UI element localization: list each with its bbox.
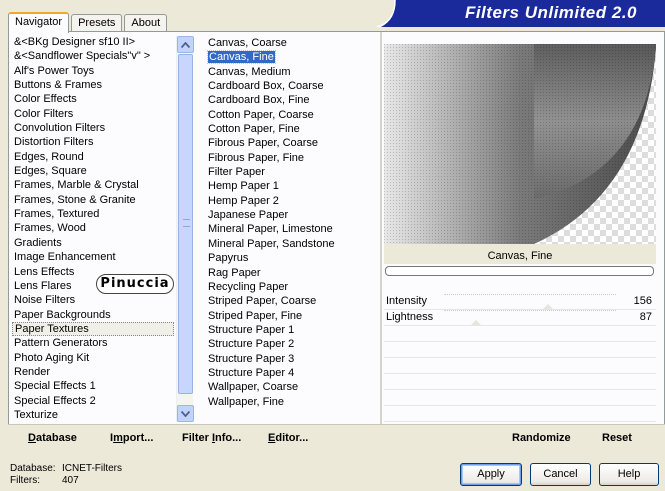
category-item[interactable]: Gradients — [12, 236, 174, 250]
progress-bar — [385, 266, 654, 276]
filter-item[interactable]: Hemp Paper 1 — [206, 179, 378, 193]
category-item-selected[interactable]: Paper Textures — [12, 321, 174, 337]
filter-item[interactable]: Canvas, Coarse — [206, 36, 378, 50]
cancel-button[interactable]: Cancel — [530, 463, 591, 486]
filter-item[interactable]: Hemp Paper 2 — [206, 194, 378, 208]
editor-button[interactable]: Editor... — [268, 432, 308, 444]
category-item[interactable]: &<Sandflower Specials"v" > — [12, 49, 174, 63]
filter-item[interactable]: Structure Paper 2 — [206, 337, 378, 351]
scroll-down-button[interactable] — [177, 405, 194, 422]
filter-item[interactable]: Fibrous Paper, Fine — [206, 151, 378, 165]
preview-filter-name: Canvas, Fine — [384, 244, 656, 264]
filter-item[interactable]: Mineral Paper, Sandstone — [206, 237, 378, 251]
param-empty — [384, 374, 656, 390]
category-scrollbar[interactable] — [176, 36, 194, 422]
param-empty — [384, 406, 656, 422]
filter-list[interactable]: Canvas, Coarse Canvas, Fine Canvas, Medi… — [206, 36, 378, 411]
filter-item[interactable]: Rag Paper — [206, 266, 378, 280]
app-title: Filters Unlimited 2.0 — [464, 3, 637, 22]
slider-track — [444, 294, 616, 296]
category-item[interactable]: Render — [12, 365, 174, 379]
category-item[interactable]: Paper Backgrounds — [12, 308, 174, 322]
param-label: Lightness — [386, 311, 434, 323]
category-item[interactable]: Edges, Round — [12, 150, 174, 164]
filter-item[interactable]: Wallpaper, Fine — [206, 395, 378, 409]
chevron-down-icon — [181, 410, 190, 417]
scroll-up-button[interactable] — [177, 36, 194, 53]
param-empty — [384, 358, 656, 374]
category-item[interactable]: Special Effects 2 — [12, 394, 174, 408]
grip-icon — [183, 219, 190, 227]
category-item[interactable]: Frames, Stone & Granite — [12, 193, 174, 207]
tab-about[interactable]: About — [124, 14, 168, 32]
category-item[interactable]: Frames, Marble & Crystal — [12, 178, 174, 192]
randomize-button[interactable]: Randomize — [512, 432, 571, 444]
panel-divider — [380, 32, 382, 451]
category-item[interactable]: Special Effects 1 — [12, 379, 174, 393]
filter-item[interactable]: Filter Paper — [206, 165, 378, 179]
category-item[interactable]: Distortion Filters — [12, 135, 174, 149]
filter-item[interactable]: Mineral Paper, Limestone — [206, 222, 378, 236]
tab-navigator[interactable]: Navigator — [8, 12, 70, 33]
category-item[interactable]: Convolution Filters — [12, 121, 174, 135]
category-item[interactable]: Color Effects — [12, 92, 174, 106]
filter-item[interactable]: Striped Paper, Coarse — [206, 294, 378, 308]
category-item[interactable]: &<BKg Designer sf10 II> — [12, 35, 174, 49]
param-empty — [384, 326, 656, 342]
filter-item[interactable]: Canvas, Medium — [206, 65, 378, 79]
category-item[interactable]: Image Enhancement — [12, 250, 174, 264]
param-empty — [384, 342, 656, 358]
category-item[interactable]: Texturize — [12, 408, 174, 422]
import-button[interactable]: Import... — [110, 432, 153, 444]
help-button[interactable]: Help — [599, 463, 659, 486]
tab-presets[interactable]: Presets — [71, 14, 123, 32]
filter-item[interactable]: Structure Paper 3 — [206, 352, 378, 366]
status-filters: Filters: 407 — [10, 475, 79, 486]
filter-item-selected[interactable]: Canvas, Fine — [206, 50, 378, 65]
filter-item[interactable]: Recycling Paper — [206, 280, 378, 294]
status-info: Database: ICNET-Filters Filters: 407 — [10, 463, 122, 487]
category-item[interactable]: Noise Filters — [12, 293, 174, 307]
watermark-label: Pinuccia — [96, 274, 174, 294]
filter-item[interactable]: Cotton Paper, Coarse — [206, 108, 378, 122]
category-item[interactable]: Frames, Textured — [12, 207, 174, 221]
filter-item[interactable]: Fibrous Paper, Coarse — [206, 136, 378, 150]
category-list[interactable]: &<BKg Designer sf10 II> &<Sandflower Spe… — [12, 35, 174, 425]
filter-item[interactable]: Striped Paper, Fine — [206, 309, 378, 323]
filter-item[interactable]: Cardboard Box, Fine — [206, 93, 378, 107]
parameter-panel: Intensity 156 Lightness 87 — [384, 294, 656, 422]
filter-item[interactable]: Cotton Paper, Fine — [206, 122, 378, 136]
param-empty — [384, 390, 656, 406]
preview-image — [384, 44, 656, 244]
reset-button[interactable]: Reset — [602, 432, 632, 444]
category-item[interactable]: Pattern Generators — [12, 336, 174, 350]
param-value: 156 — [633, 295, 652, 307]
tab-strip: Navigator Presets About — [8, 12, 169, 33]
filter-item[interactable]: Wallpaper, Coarse — [206, 380, 378, 394]
category-item[interactable]: Color Filters — [12, 107, 174, 121]
param-label: Intensity — [386, 295, 427, 307]
preview-graphic — [384, 44, 656, 244]
param-lightness[interactable]: Lightness 87 — [384, 310, 656, 326]
title-banner: Filters Unlimited 2.0 — [373, 0, 665, 28]
filter-info-button[interactable]: Filter Info... — [182, 432, 241, 444]
param-intensity[interactable]: Intensity 156 — [384, 294, 656, 310]
status-database: Database: ICNET-Filters — [10, 463, 122, 474]
chevron-up-icon — [181, 41, 190, 48]
database-button[interactable]: Database — [28, 432, 77, 444]
slider-track — [444, 310, 616, 312]
filter-item[interactable]: Structure Paper 1 — [206, 323, 378, 337]
category-item[interactable]: Edges, Square — [12, 164, 174, 178]
filter-item[interactable]: Japanese Paper — [206, 208, 378, 222]
filter-item[interactable]: Cardboard Box, Coarse — [206, 79, 378, 93]
apply-button[interactable]: Apply — [460, 463, 522, 486]
category-item[interactable]: Alf's Power Toys — [12, 64, 174, 78]
category-item[interactable]: Photo Aging Kit — [12, 351, 174, 365]
scroll-thumb[interactable] — [178, 54, 193, 394]
category-item[interactable]: Frames, Wood — [12, 221, 174, 235]
category-item[interactable]: Buttons & Frames — [12, 78, 174, 92]
filter-item[interactable]: Structure Paper 4 — [206, 366, 378, 380]
filter-item[interactable]: Papyrus — [206, 251, 378, 265]
param-value: 87 — [639, 311, 652, 323]
